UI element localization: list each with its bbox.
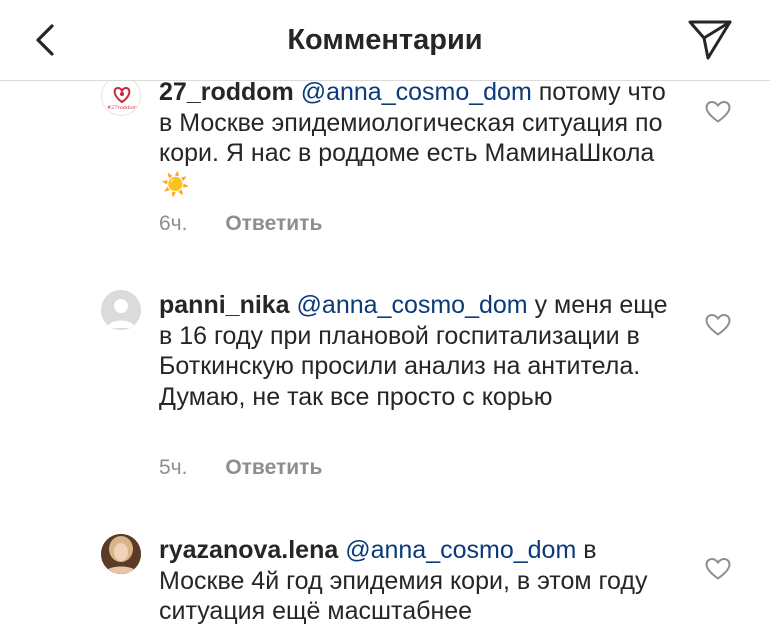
avatar[interactable]: #27roddom — [101, 76, 141, 116]
avatar[interactable] — [101, 534, 141, 574]
comment-meta: 6ч. Ответить — [159, 212, 322, 236]
comment-mention[interactable]: @anna_cosmo_dom — [301, 78, 532, 106]
header-bar: Комментарии — [0, 0, 770, 81]
comment-text: panni_nika @anna_cosmo_dom у меня еще в … — [159, 290, 679, 412]
sun-emoji-icon: ☀️ — [161, 170, 190, 197]
reply-button[interactable]: Ответить — [225, 456, 322, 479]
comment-text: 27_roddom @anna_cosmo_dom потому что в М… — [159, 77, 679, 199]
comment-time: 5ч. — [159, 456, 188, 479]
paper-plane-icon — [688, 20, 732, 60]
comment-time: 6ч. — [159, 212, 188, 235]
comment-meta: 5ч. Ответить — [159, 456, 322, 480]
like-button[interactable] — [705, 313, 731, 337]
direct-message-button[interactable] — [684, 16, 734, 62]
default-avatar-icon — [101, 290, 141, 330]
user-photo-icon — [101, 534, 141, 574]
comment-username[interactable]: 27_roddom — [159, 78, 294, 106]
heart-icon — [705, 557, 731, 580]
comment-username[interactable]: ryazanova.lena — [159, 536, 338, 564]
avatar[interactable] — [101, 290, 141, 330]
comment-username[interactable]: panni_nika — [159, 291, 290, 319]
comment-text: ryazanova.lena @anna_cosmo_dom в Москве … — [159, 535, 679, 627]
avatar-logo-text: #27roddom — [107, 105, 137, 111]
comment-mention[interactable]: @anna_cosmo_dom — [297, 291, 528, 319]
like-button[interactable] — [705, 557, 731, 581]
reply-button[interactable]: Ответить — [225, 212, 322, 235]
heart-icon — [705, 100, 731, 123]
heart-icon — [705, 313, 731, 336]
roddom-logo-icon: #27roddom — [107, 86, 137, 111]
page-title: Комментарии — [287, 24, 483, 56]
like-button[interactable] — [705, 100, 731, 124]
comment-mention[interactable]: @anna_cosmo_dom — [345, 536, 576, 564]
